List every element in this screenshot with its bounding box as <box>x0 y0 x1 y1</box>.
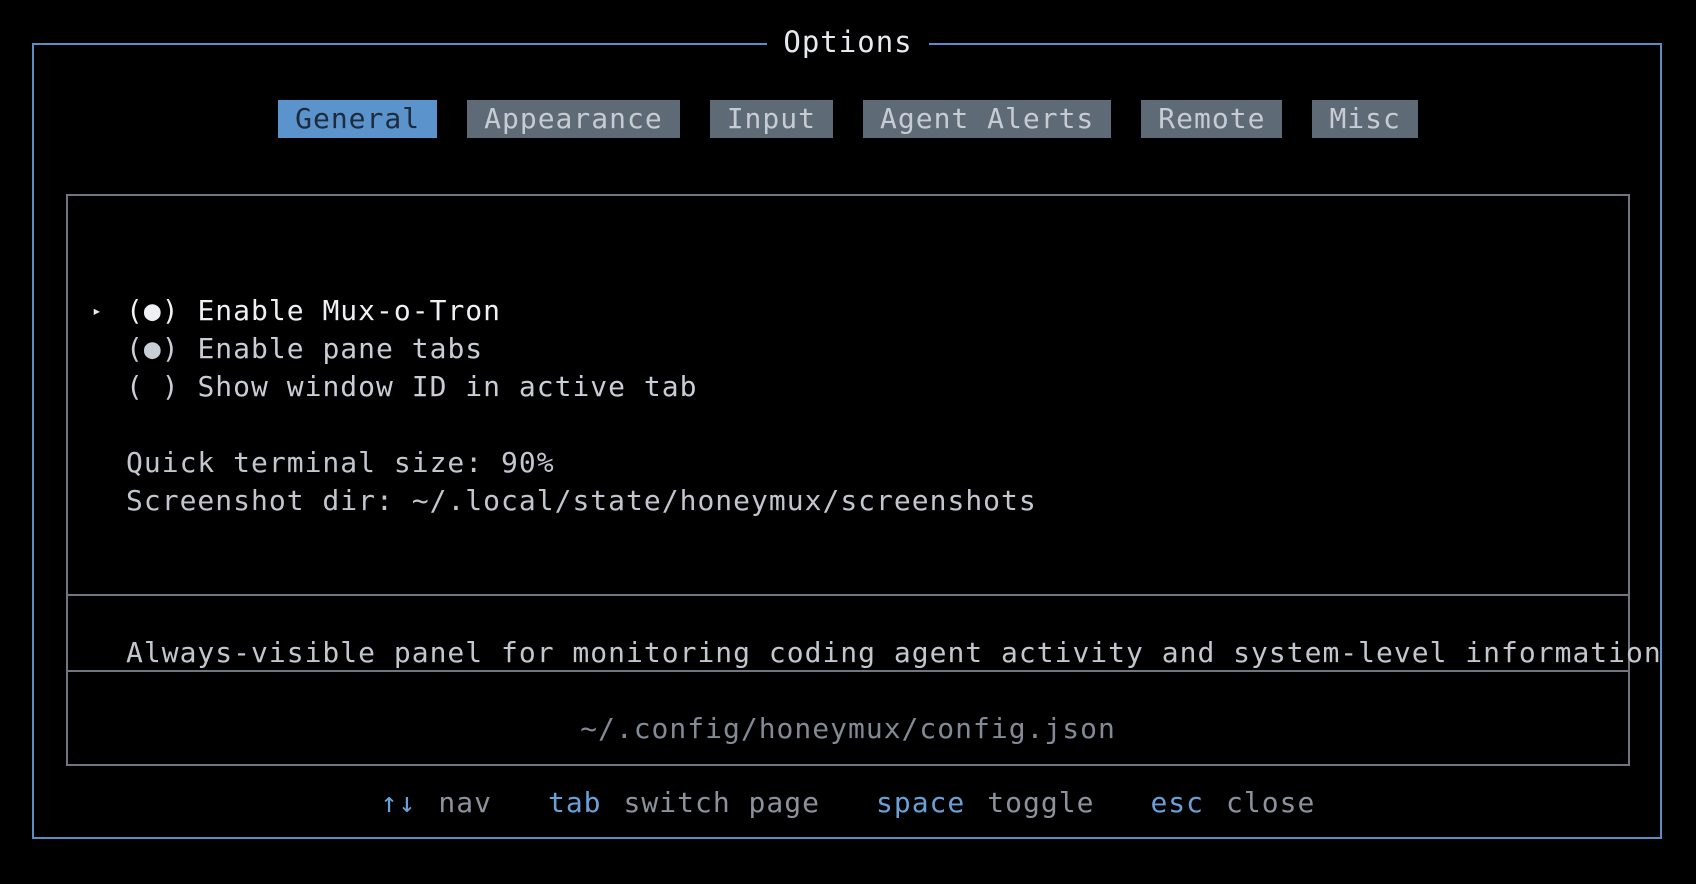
config-file-path: ~/.config/honeymux/config.json <box>580 712 1116 745</box>
hint-nav: ↑↓ nav <box>381 784 492 822</box>
settings-panel: ▸ (●) Enable Mux-o-Tron (●) Enable pane t… <box>66 194 1661 766</box>
option-enable-pane-tabs[interactable]: (●) Enable pane tabs <box>68 330 1628 368</box>
hint-action: switch page <box>623 786 820 819</box>
checkbox-state: ( ) <box>126 370 180 403</box>
setting-screenshot-dir[interactable]: Screenshot dir: ~/.local/state/honeymux/… <box>68 482 1628 520</box>
checkbox-state: (●) <box>126 294 180 327</box>
setting-label: Screenshot dir: <box>126 484 394 517</box>
option-show-window-id[interactable]: ( ) Show window ID in active tab <box>68 368 1628 406</box>
hint-close: esc close <box>1150 784 1315 822</box>
arrows-icon: ↑↓ <box>380 786 417 819</box>
hint-key: tab <box>547 786 602 819</box>
option-label: Show window ID in active tab <box>197 370 698 403</box>
tab-bar: General Appearance Input Agent Alerts Remote… <box>0 100 1696 138</box>
divider <box>68 670 1628 672</box>
divider <box>68 594 1628 596</box>
tab-agent-alerts[interactable]: Agent Alerts <box>863 100 1112 138</box>
hint-action: nav <box>438 786 492 819</box>
hint-action: close <box>1226 786 1316 819</box>
tab-general[interactable]: General <box>278 100 438 138</box>
setting-value: 90% <box>501 446 555 479</box>
setting-value: ~/.local/state/honeymux/screenshots <box>411 484 1037 517</box>
hint-key: space <box>875 786 966 819</box>
hint-switch-page: tab switch page <box>548 784 820 822</box>
hint-toggle: space toggle <box>876 784 1094 822</box>
tab-misc[interactable]: Misc <box>1312 100 1418 138</box>
dialog-title: Options <box>0 24 1696 60</box>
option-label: Enable pane tabs <box>197 332 484 365</box>
option-description: Always-visible panel for monitoring codi… <box>126 636 1662 669</box>
tab-input[interactable]: Input <box>709 100 833 138</box>
hint-key: esc <box>1150 786 1205 819</box>
option-label: Enable Mux-o-Tron <box>197 294 502 327</box>
keybinding-hints: ↑↓ nav tab switch page space toggle esc close <box>0 784 1696 822</box>
setting-quick-terminal-size[interactable]: Quick terminal size: 90% <box>68 444 1628 482</box>
dialog-title-text: Options <box>767 25 929 59</box>
setting-label: Quick terminal size: <box>126 446 484 479</box>
tab-remote[interactable]: Remote <box>1141 100 1283 138</box>
hint-action: toggle <box>987 786 1095 819</box>
checkbox-state: (●) <box>126 332 180 365</box>
option-enable-mux-o-tron[interactable]: ▸ (●) Enable Mux-o-Tron <box>68 292 1628 330</box>
tab-appearance[interactable]: Appearance <box>467 100 680 138</box>
options-list: ▸ (●) Enable Mux-o-Tron (●) Enable pane t… <box>68 292 1628 520</box>
selection-cursor-icon: ▸ <box>92 301 103 320</box>
